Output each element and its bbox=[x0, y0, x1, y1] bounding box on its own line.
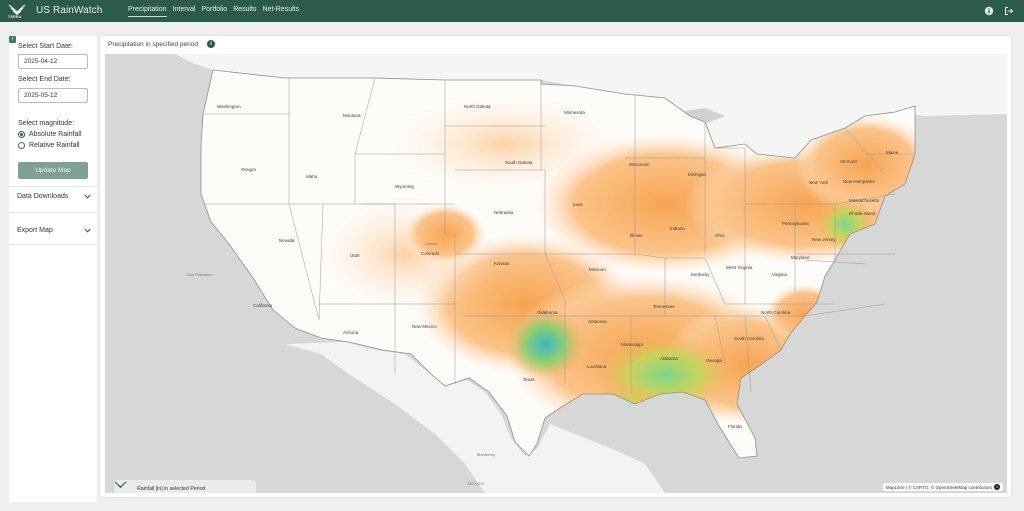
chevron-down-icon bbox=[84, 228, 91, 233]
state-label: Utah bbox=[350, 253, 360, 258]
magnitude-label: Select magnitude: bbox=[18, 120, 75, 127]
map-attribution[interactable]: MapLibre | © CARTO, © OpenStreetMap cont… bbox=[882, 483, 1003, 491]
radio-absolute-rainfall[interactable]: Absolute Rainfall bbox=[18, 131, 82, 138]
legend-title: Rainfall [in] in selected Period bbox=[137, 486, 206, 492]
city-label: Denver bbox=[425, 241, 438, 246]
state-label: Montana bbox=[343, 113, 361, 118]
state-label: Kansas bbox=[494, 261, 510, 266]
radio-relative-rainfall[interactable]: Relative Rainfall bbox=[18, 142, 80, 149]
tab-results[interactable]: Results bbox=[233, 0, 256, 22]
radio-checked-icon[interactable] bbox=[18, 131, 25, 138]
state-label: Missouri bbox=[589, 267, 606, 272]
state-label: Vermont bbox=[840, 159, 857, 164]
state-label: Massachusetts bbox=[849, 198, 880, 203]
state-label: Michigan bbox=[688, 172, 707, 177]
state-label: Texas bbox=[523, 377, 535, 382]
map-panel: Precipitation in specified period i Wash… bbox=[100, 36, 1011, 497]
state-label: Virginia bbox=[772, 272, 787, 277]
accordion-label: Data Downloads bbox=[17, 193, 69, 200]
state-label: Indiana bbox=[670, 226, 685, 231]
state-label: Colorado bbox=[421, 251, 440, 256]
rainfall-legend: Rainfall [in] in selected Period 0 4 8 1… bbox=[114, 480, 256, 493]
map-canvas[interactable] bbox=[105, 54, 1007, 493]
state-label: California bbox=[253, 303, 273, 308]
logout-icon[interactable] bbox=[1004, 6, 1014, 16]
state-label: Pennsylvania bbox=[782, 221, 809, 226]
export-map-accordion[interactable]: Export Map bbox=[17, 227, 91, 234]
state-label: Arizona bbox=[343, 330, 359, 335]
state-label: Maine bbox=[886, 150, 899, 155]
app-title: US RainWatch bbox=[36, 5, 103, 16]
state-label: Iowa bbox=[573, 202, 583, 207]
chevron-down-icon bbox=[84, 194, 91, 199]
start-date-input[interactable] bbox=[18, 54, 88, 69]
tab-portfolio[interactable]: Portfolio bbox=[202, 0, 228, 22]
city-label: San Francisco bbox=[187, 272, 213, 277]
city-label: Monterrey bbox=[477, 452, 496, 457]
end-date-label: Select End Date: bbox=[18, 76, 71, 83]
data-downloads-accordion[interactable]: Data Downloads bbox=[17, 193, 91, 200]
tab-interval[interactable]: Interval bbox=[173, 0, 196, 22]
panel-title: Precipitation in specified period bbox=[108, 41, 198, 48]
info-icon[interactable]: i bbox=[994, 484, 1000, 490]
divider bbox=[9, 186, 97, 187]
update-map-button[interactable]: Update Map bbox=[18, 162, 88, 179]
start-date-label: Select Start Date: bbox=[18, 43, 73, 50]
state-label: North Carolina bbox=[761, 310, 791, 315]
state-label: Nevada bbox=[279, 238, 295, 243]
end-date-input[interactable] bbox=[18, 88, 88, 103]
terra-logo-icon bbox=[114, 481, 127, 489]
divider bbox=[9, 244, 97, 245]
divider bbox=[9, 212, 97, 213]
precipitation-map[interactable]: Washington Oregon California Nevada Idah… bbox=[105, 54, 1007, 493]
info-icon[interactable] bbox=[984, 6, 994, 16]
state-label: West Virginia bbox=[726, 265, 753, 270]
chevron-left-icon[interactable]: ‹ bbox=[9, 36, 16, 43]
info-icon[interactable]: i bbox=[207, 40, 215, 48]
tab-precipitation[interactable]: Precipitation bbox=[128, 0, 167, 17]
state-label: New Hampshire bbox=[843, 179, 876, 184]
state-label: Florida bbox=[728, 424, 742, 429]
state-label: Idaho bbox=[306, 174, 318, 179]
state-label: Wisconsin bbox=[629, 162, 650, 167]
state-label: Louisiana bbox=[587, 364, 607, 369]
state-label: Oklahoma bbox=[537, 310, 558, 315]
radio-label: Absolute Rainfall bbox=[29, 131, 82, 138]
state-label: Mississippi bbox=[621, 342, 643, 347]
state-label: South Dakota bbox=[505, 160, 533, 165]
state-label: Rhode Island bbox=[849, 211, 876, 216]
state-label: Nebraska bbox=[494, 210, 514, 215]
top-navigation-bar: TERRA US RainWatch Precipitation Interva… bbox=[0, 0, 1024, 22]
main-tabs: Precipitation Interval Portfolio Results… bbox=[128, 0, 299, 22]
attribution-text[interactable]: MapLibre | © CARTO, © OpenStreetMap cont… bbox=[886, 485, 992, 490]
state-label: Alabama bbox=[660, 356, 678, 361]
state-label: New Jersey bbox=[812, 237, 836, 242]
tab-net-results[interactable]: Net-Results bbox=[263, 0, 300, 22]
state-label: Ohio bbox=[715, 233, 725, 238]
state-label: New Mexico bbox=[412, 324, 437, 329]
radio-label: Relative Rainfall bbox=[29, 142, 80, 149]
state-label: Maryland bbox=[791, 255, 810, 260]
state-label: Kentucky bbox=[691, 272, 710, 277]
city-label: MEXICO bbox=[468, 481, 484, 486]
radio-unchecked-icon[interactable] bbox=[18, 142, 25, 149]
logo-text: TERRA bbox=[8, 15, 22, 19]
state-label: Washington bbox=[217, 104, 241, 109]
state-label: Georgia bbox=[706, 358, 723, 363]
accordion-label: Export Map bbox=[17, 227, 53, 234]
state-label: Oregon bbox=[241, 167, 257, 172]
state-label: North Dakota bbox=[464, 104, 491, 109]
state-label: Wyoming bbox=[395, 184, 414, 189]
state-label: Minnesota bbox=[564, 110, 585, 115]
filter-sidebar: ‹ Select Start Date: Select End Date: Se… bbox=[9, 36, 97, 502]
state-label: South Carolina bbox=[734, 336, 764, 341]
state-label: Tennessee bbox=[653, 304, 675, 309]
state-label: Illinois bbox=[630, 233, 643, 238]
state-label: New York bbox=[809, 180, 829, 185]
state-label: Arkansas bbox=[588, 319, 607, 324]
